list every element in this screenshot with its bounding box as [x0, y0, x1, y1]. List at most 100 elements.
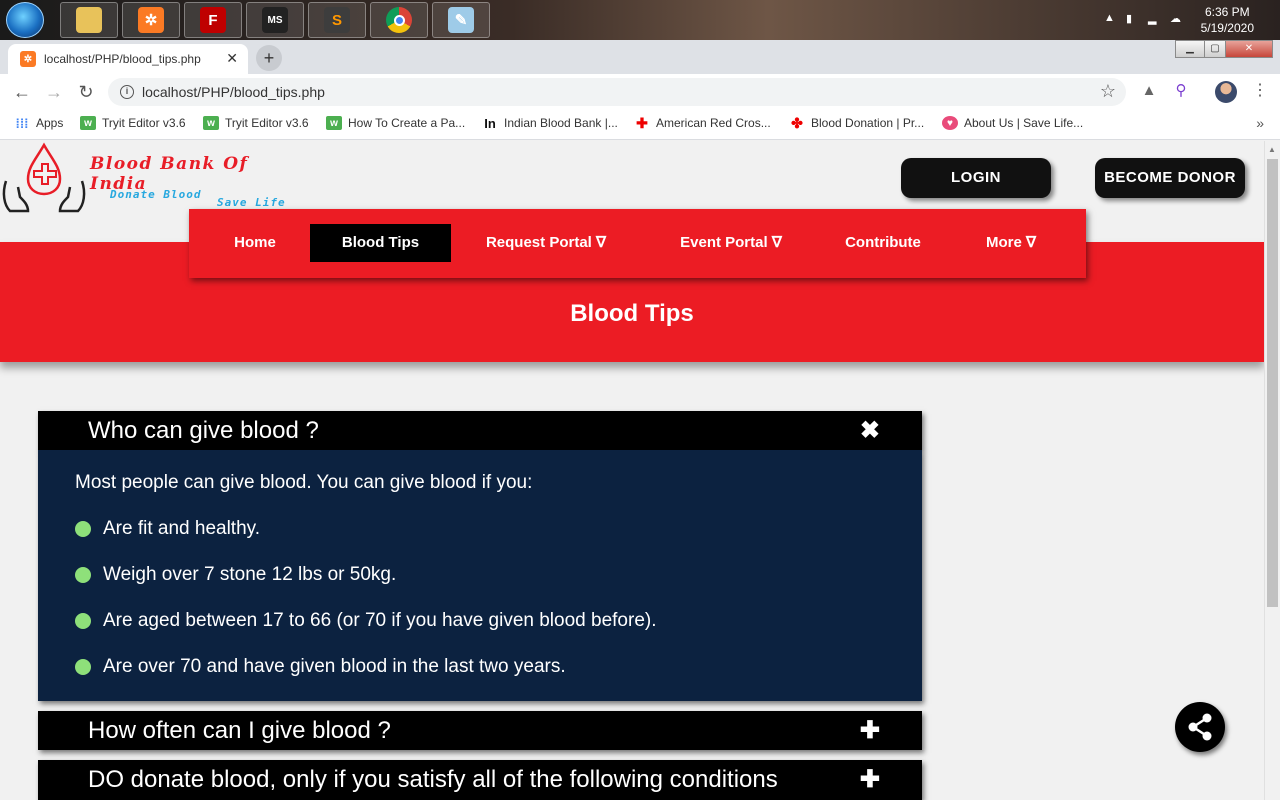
back-icon[interactable]: ←	[10, 80, 34, 104]
accordion-panel-who-can-give: Most people can give blood. You can give…	[38, 450, 922, 701]
start-button[interactable]	[6, 2, 44, 38]
bookmark-apps[interactable]: ⁞⁞⁞ Apps	[14, 115, 64, 131]
accordion-intro: Most people can give blood. You can give…	[75, 472, 533, 493]
accordion-header-conditions[interactable]: DO donate blood, only if you satisfy all…	[38, 760, 922, 800]
browser-toolbar: ← → ↻ i localhost/PHP/blood_tips.php ☆	[0, 74, 1280, 110]
bookmark-label: Tryit Editor v3.6	[102, 116, 186, 130]
address-bar[interactable]: i localhost/PHP/blood_tips.php ☆	[108, 78, 1126, 106]
nav-home[interactable]: Home	[215, 224, 295, 262]
nav-more[interactable]: More ∇	[967, 224, 1055, 262]
close-window-button[interactable]: ✕	[1225, 40, 1273, 58]
accordion-header-who-can-give[interactable]: Who can give blood ? ✖	[38, 411, 922, 450]
site-info-icon[interactable]: i	[120, 85, 134, 99]
become-donor-button[interactable]: BECOME DONOR	[1095, 158, 1245, 198]
profile-avatar[interactable]	[1215, 81, 1237, 103]
scroll-up-icon[interactable]: ▲	[1268, 145, 1276, 154]
maximize-button[interactable]: ▢	[1204, 40, 1226, 58]
bookmark-label: About Us | Save Life...	[964, 116, 1084, 130]
nav-request-portal[interactable]: Request Portal ∇	[471, 224, 621, 262]
drive-extension-icon[interactable]: ▲	[1138, 80, 1160, 102]
bookmark-how-to[interactable]: w How To Create a Pa...	[326, 116, 465, 130]
hands-blood-logo-icon	[2, 142, 86, 213]
login-button[interactable]: LOGIN	[901, 158, 1051, 198]
list-item: Are over 70 and have given blood in the …	[75, 656, 566, 678]
nav-blood-tips[interactable]: Blood Tips	[310, 224, 451, 262]
bookmark-tryit-1[interactable]: w Tryit Editor v3.6	[80, 116, 186, 130]
signal-icon[interactable]: ▂	[1148, 12, 1162, 26]
os-taskbar: ✲ F MS S ✎ ▲ ▮ ▂ ☁ 6:36 PM 5/19/2020	[0, 0, 1280, 40]
chrome-menu-icon[interactable]: ⋮	[1252, 80, 1268, 102]
bullet-icon	[75, 613, 91, 629]
search-extension-icon[interactable]: ⚲	[1170, 80, 1192, 102]
w3schools-icon: w	[80, 116, 96, 130]
accordion-title: Who can give blood ?	[88, 417, 319, 444]
minimize-button[interactable]: ▁	[1175, 40, 1205, 58]
bookmark-label: Indian Blood Bank |...	[504, 116, 618, 130]
filezilla-taskbar-icon[interactable]: F	[184, 2, 242, 38]
nav-contribute[interactable]: Contribute	[829, 224, 937, 262]
page-title: Blood Tips	[570, 300, 694, 327]
xampp-favicon-icon: ✲	[20, 51, 36, 67]
bullet-icon	[75, 521, 91, 537]
bookmark-label: Apps	[36, 116, 64, 130]
forward-icon[interactable]: →	[42, 80, 66, 104]
bookmark-label: Tryit Editor v3.6	[225, 116, 309, 130]
tray-expand-icon[interactable]: ▲	[1104, 12, 1118, 26]
file-explorer-taskbar-icon[interactable]	[60, 2, 118, 38]
page-scrollbar[interactable]: ▲	[1264, 141, 1280, 800]
list-item: Weigh over 7 stone 12 lbs or 50kg.	[75, 564, 396, 586]
bookmark-label: How To Create a Pa...	[348, 116, 466, 130]
tab-close-icon[interactable]: ✕	[226, 50, 238, 67]
list-item-text: Are aged between 17 to 66 (or 70 if you …	[103, 610, 657, 631]
in-icon: In	[484, 115, 496, 131]
list-item: Are aged between 17 to 66 (or 70 if you …	[75, 610, 657, 632]
accordion-title: How often can I give blood ?	[88, 717, 391, 744]
blood-drop-icon: ✤	[791, 114, 803, 131]
bookmark-label: Blood Donation | Pr...	[811, 116, 925, 130]
bookmark-tryit-2[interactable]: w Tryit Editor v3.6	[203, 116, 309, 130]
battery-icon[interactable]: ▮	[1126, 12, 1140, 26]
browser-tab-strip: ✲ localhost/PHP/blood_tips.php ✕ + ▁ ▢ ✕	[0, 40, 1280, 74]
paint-taskbar-icon[interactable]: ✎	[432, 2, 490, 38]
bookmark-star-icon[interactable]: ☆	[1100, 81, 1116, 102]
clock-time: 6:36 PM	[1204, 5, 1250, 19]
bullet-icon	[75, 659, 91, 675]
red-cross-icon: ✚	[636, 114, 648, 131]
bookmark-label: American Red Cros...	[656, 116, 771, 130]
bookmarks-bar: ⁞⁞⁞ Apps w Tryit Editor v3.6 w Tryit Edi…	[0, 110, 1280, 140]
ms-tc-taskbar-icon[interactable]: MS	[246, 2, 304, 38]
plus-icon[interactable]: ✚	[860, 711, 880, 750]
page-viewport: Blood Bank Of India Donate Blood Save Li…	[0, 141, 1264, 800]
sublime-text-taskbar-icon[interactable]: S	[308, 2, 366, 38]
bookmark-about-us[interactable]: ♥ About Us | Save Life...	[942, 116, 1083, 130]
logo-tagline-donate: Donate Blood	[110, 188, 202, 201]
scrollbar-thumb[interactable]	[1267, 159, 1278, 607]
bullet-icon	[75, 567, 91, 583]
list-item-text: Are fit and healthy.	[103, 518, 261, 539]
more-bookmarks-icon[interactable]: »	[1256, 115, 1264, 131]
chrome-taskbar-icon[interactable]	[370, 2, 428, 38]
xampp-taskbar-icon[interactable]: ✲	[122, 2, 180, 38]
logo-tagline-save: Save Life	[217, 196, 286, 209]
new-tab-button[interactable]: +	[256, 45, 282, 71]
list-item: Are fit and healthy.	[75, 518, 260, 540]
url-text[interactable]: localhost/PHP/blood_tips.php	[142, 84, 325, 100]
clock[interactable]: 6:36 PM 5/19/2020	[1201, 4, 1254, 36]
browser-tab[interactable]: ✲ localhost/PHP/blood_tips.php ✕	[8, 44, 248, 74]
bookmark-red-cross[interactable]: ✚ American Red Cros...	[634, 114, 771, 131]
close-icon[interactable]: ✖	[860, 411, 880, 450]
share-icon	[1188, 713, 1212, 741]
share-button[interactable]	[1175, 702, 1225, 752]
nav-event-portal[interactable]: Event Portal ∇	[661, 224, 801, 262]
main-nav: Home Blood Tips Request Portal ∇ Event P…	[189, 209, 1086, 278]
reload-icon[interactable]: ↻	[74, 80, 98, 104]
list-item-text: Weigh over 7 stone 12 lbs or 50kg.	[103, 564, 397, 585]
accordion-header-how-often[interactable]: How often can I give blood ? ✚	[38, 711, 922, 750]
cloud-icon[interactable]: ☁	[1170, 12, 1184, 26]
bookmark-indian-blood-bank[interactable]: In Indian Blood Bank |...	[482, 115, 618, 131]
bookmark-blood-donation[interactable]: ✤ Blood Donation | Pr...	[789, 114, 925, 131]
accordion-title: DO donate blood, only if you satisfy all…	[88, 766, 778, 793]
plus-icon[interactable]: ✚	[860, 760, 880, 800]
apps-grid-icon: ⁞⁞⁞	[15, 115, 29, 131]
system-tray: ▲ ▮ ▂ ☁ 6:36 PM 5/19/2020	[1090, 0, 1280, 40]
